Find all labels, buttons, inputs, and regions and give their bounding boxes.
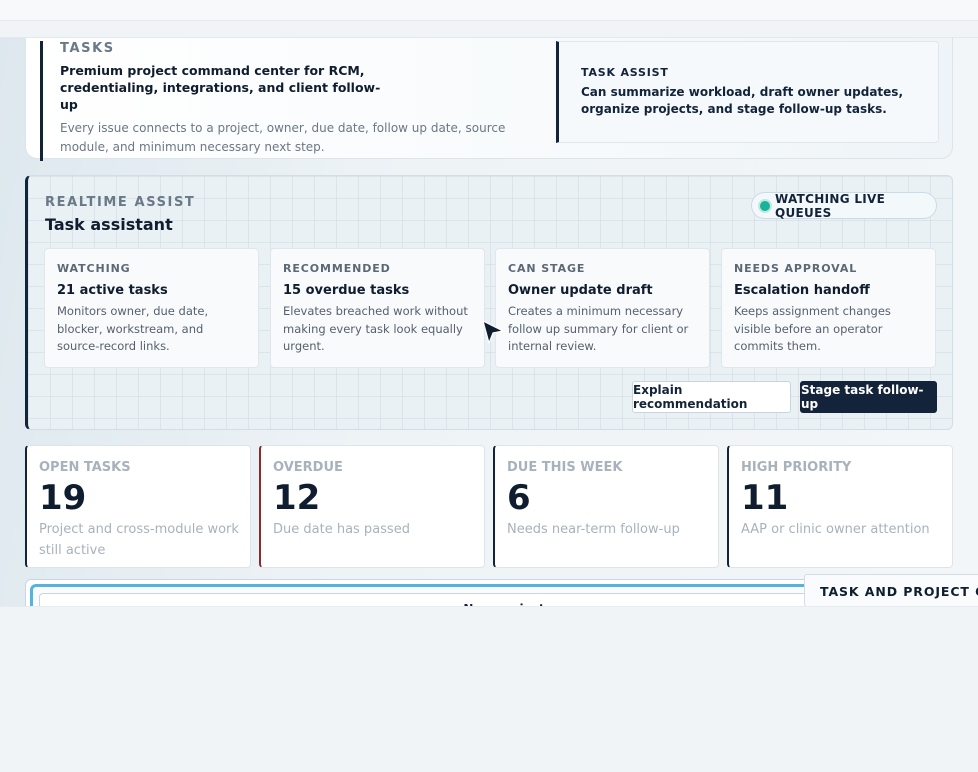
stat-value: 12 <box>273 478 321 518</box>
stat-card-overdue[interactable]: OVERDUE 12 Due date has passed <box>259 445 485 568</box>
task-assist-text: Can summarize workload, draft owner upda… <box>581 85 904 116</box>
assist-card-title: 21 active tasks <box>57 283 168 298</box>
hero-description: Every issue connects to a project, owner… <box>60 121 506 154</box>
assist-card-recommended: RECOMMENDED 15 overdue tasks Elevates br… <box>270 248 485 368</box>
stat-description: Project and cross-module work still acti… <box>39 522 239 558</box>
explain-recommendation-button[interactable]: Explain recommendation <box>632 381 791 413</box>
hero-eyebrow: TASKS <box>60 41 115 56</box>
realtime-eyebrow: REALTIME ASSIST <box>45 195 196 210</box>
assist-card-can-stage: CAN STAGE Owner update draft Creates a m… <box>495 248 710 368</box>
stat-value: 19 <box>39 478 87 518</box>
assist-card-watching: WATCHING 21 active tasks Monitors owner,… <box>44 248 259 368</box>
stat-description: Needs near-term follow-up <box>507 522 680 537</box>
hero-title: Premium project command center for RCM, … <box>60 63 381 112</box>
watching-status-label: WATCHING LIVE QUEUES <box>775 191 886 220</box>
stat-label: HIGH PRIORITY <box>741 460 852 475</box>
assist-card-title: Owner update draft <box>508 283 653 298</box>
stat-card-open-tasks[interactable]: OPEN TASKS 19 Project and cross-module w… <box>25 445 251 568</box>
watching-status-badge: WATCHING LIVE QUEUES <box>751 191 937 220</box>
assist-card-title: 15 overdue tasks <box>283 283 410 298</box>
task-assist-box: TASK ASSIST Can summarize workload, draf… <box>556 41 939 143</box>
stat-label: OVERDUE <box>273 460 343 475</box>
stage-task-follow-up-button[interactable]: Stage task follow-up <box>800 381 937 413</box>
viewport-divider <box>0 606 978 607</box>
stat-description: AAP or clinic owner attention <box>741 522 930 537</box>
top-bar <box>0 0 978 21</box>
stat-card-high-priority[interactable]: HIGH PRIORITY 11 AAP or clinic owner att… <box>727 445 953 568</box>
mouse-pointer-icon <box>482 320 504 344</box>
stat-card-due-this-week[interactable]: DUE THIS WEEK 6 Needs near-term follow-u… <box>493 445 719 568</box>
assist-card-description: Keeps assignment changes visible before … <box>734 304 891 353</box>
stat-label: OPEN TASKS <box>39 460 131 475</box>
task-and-project-ops-tab[interactable]: TASK AND PROJECT OPS <box>804 574 978 607</box>
realtime-assist-panel: REALTIME ASSIST Task assistant WATCHING … <box>25 175 953 430</box>
stat-label: DUE THIS WEEK <box>507 460 623 475</box>
task-assist-label: TASK ASSIST <box>581 66 669 79</box>
stat-value: 11 <box>741 478 789 518</box>
tasks-hero-card: TASKS Premium project command center for… <box>25 38 953 161</box>
main-scroll-area[interactable]: TASKS Premium project command center for… <box>0 37 978 607</box>
assist-card-title: Escalation handoff <box>734 283 870 298</box>
assist-card-needs-approval: NEEDS APPROVAL Escalation handoff Keeps … <box>721 248 936 368</box>
realtime-title: Task assistant <box>45 215 173 234</box>
assist-card-eyebrow: RECOMMENDED <box>283 262 391 275</box>
assist-card-description: Creates a minimum necessary follow up su… <box>508 304 689 353</box>
assist-card-eyebrow: CAN STAGE <box>508 262 586 275</box>
live-status-dot-icon <box>760 201 770 211</box>
assist-card-eyebrow: WATCHING <box>57 262 131 275</box>
hero-intro: TASKS Premium project command center for… <box>40 41 540 161</box>
stat-value: 6 <box>507 478 531 518</box>
assist-card-description: Monitors owner, due date, blocker, works… <box>57 304 209 353</box>
assist-card-eyebrow: NEEDS APPROVAL <box>734 262 858 275</box>
stat-description: Due date has passed <box>273 522 410 537</box>
assist-card-description: Elevates breached work without making ev… <box>283 304 468 353</box>
